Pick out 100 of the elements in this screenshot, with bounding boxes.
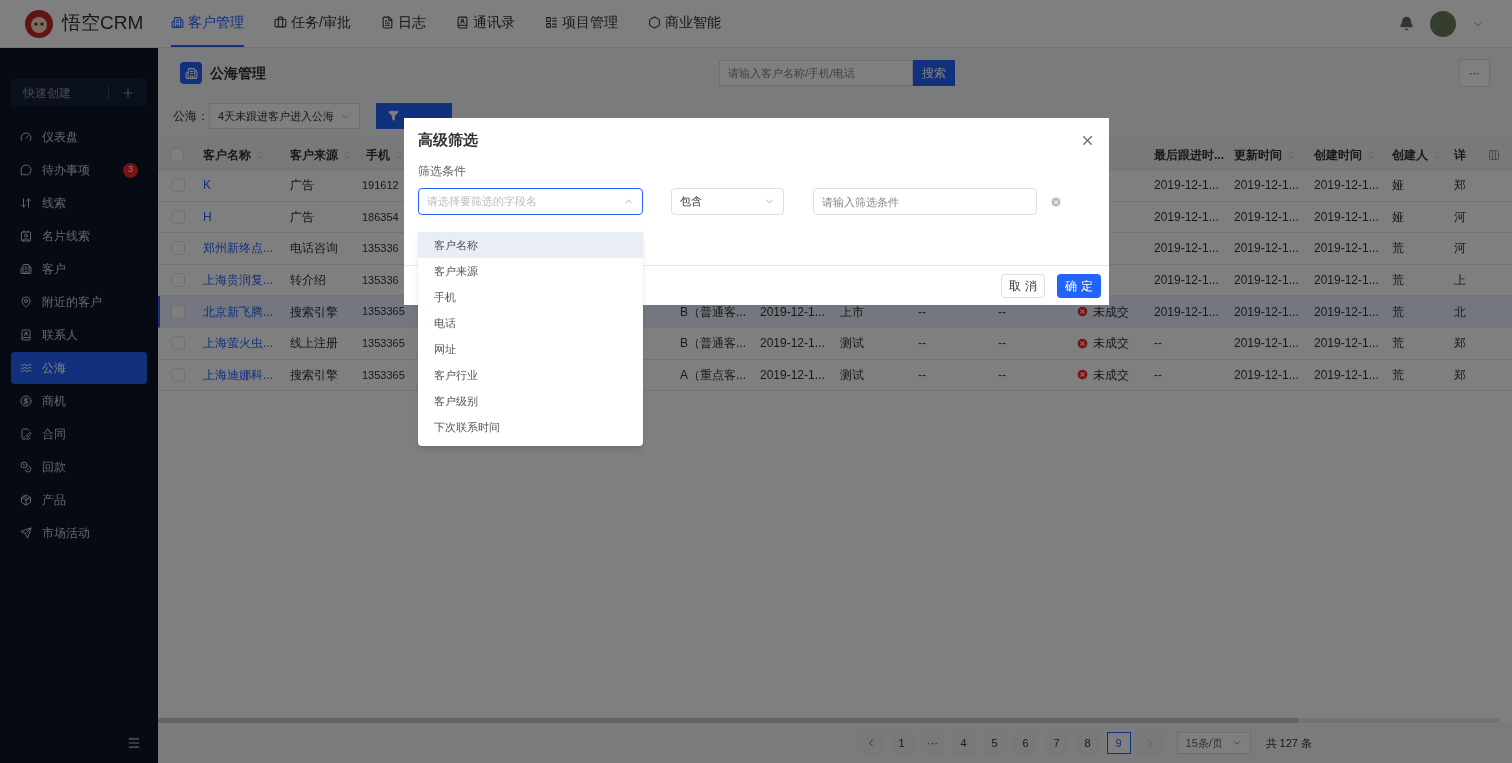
page-title: 公海管理 (210, 63, 266, 83)
condition-input[interactable]: 请输入筛选条件 (813, 188, 1037, 215)
dropdown-option[interactable]: 网址 (418, 336, 643, 362)
more-button[interactable]: ··· (1459, 59, 1490, 87)
failed-icon (1076, 368, 1089, 382)
customer-link[interactable]: H (203, 207, 212, 226)
table-cell-text: 191612 (362, 178, 399, 194)
remove-icon[interactable] (1050, 195, 1062, 208)
table-cell-text: 娅 (1392, 177, 1404, 195)
customer-link[interactable]: K (203, 176, 211, 195)
operator-select[interactable]: 包含 (671, 188, 784, 215)
sidebar-item[interactable]: 公海 (11, 352, 147, 384)
notification-icon[interactable] (1399, 16, 1414, 31)
menu-item-icon (20, 329, 32, 341)
table-cell-text: 2019-12-1... (1234, 272, 1299, 290)
table-cell-text: 2019-12-1... (1314, 335, 1379, 353)
table-cell-text: 转介绍 (290, 272, 326, 290)
avatar[interactable] (1430, 10, 1456, 37)
table-cell-text: 搜索引擎 (290, 366, 338, 384)
table-cell-text: 线上注册 (290, 335, 338, 353)
dropdown-option[interactable]: 客户来源 (418, 258, 643, 284)
dropdown-option[interactable]: 手机 (418, 284, 643, 310)
table-cell-text: 搜索引擎 (290, 303, 338, 321)
sidebar-item[interactable]: 仪表盘 (11, 121, 147, 153)
customer-link[interactable]: 上海萤火虫... (203, 334, 273, 353)
page-size-select[interactable]: 15条/页 (1176, 732, 1251, 754)
table-cell-text: 娅 (1392, 208, 1404, 226)
table-cell-text: 荒 (1392, 240, 1404, 258)
table-cell-text: 测试 (840, 335, 864, 353)
nav-icon (647, 16, 661, 29)
filter-label: 公海： (173, 108, 209, 125)
table-cell-text: 2019-12-1... (1314, 272, 1379, 290)
dropdown-option[interactable]: 电话 (418, 310, 643, 336)
nav-tab[interactable]: 商业智能 (647, 0, 721, 47)
sidebar-item[interactable]: 客户 (11, 253, 147, 285)
table-cell-text: 135336 (362, 241, 399, 257)
table-cell-text: 郑 (1454, 335, 1466, 353)
column-header[interactable]: 客户名称 (203, 146, 251, 164)
pool-select[interactable]: 4天未跟进客户进入公海 (209, 103, 360, 129)
confirm-button[interactable]: 确 定 (1057, 273, 1101, 298)
table-cell-text: 1353365 (362, 367, 405, 383)
nav-tab[interactable]: 通讯录 (455, 0, 515, 47)
customer-link[interactable]: 郑州新终点... (203, 239, 273, 258)
search-button[interactable]: 搜索 (913, 60, 955, 86)
sidebar-item[interactable]: 回款 (11, 451, 147, 483)
table-cell-text: 上市 (840, 303, 864, 321)
filter-icon (388, 110, 399, 121)
page-button[interactable]: 9 (1106, 732, 1131, 754)
menu-item-icon (20, 296, 32, 308)
sidebar-item[interactable]: 合同 (11, 418, 147, 450)
nav-tab[interactable]: 客户管理 (171, 0, 244, 47)
table-cell-text: 河 (1454, 208, 1466, 226)
table-cell-text: 2019-12-1... (1154, 208, 1219, 226)
table-cell-text: 郑 (1454, 366, 1466, 384)
count-badge: 3 (123, 162, 138, 178)
sidebar-item[interactable]: 联系人 (11, 319, 147, 351)
table-cell-text: 荒 (1392, 335, 1404, 353)
table-cell-text: 2019-12-1... (1234, 335, 1299, 353)
table-cell-text: 北 (1454, 303, 1466, 321)
sidebar-item[interactable]: 线索 (11, 187, 147, 219)
sidebar-item[interactable]: 产品 (11, 484, 147, 516)
column-settings-icon[interactable] (1488, 149, 1500, 161)
table-cell-text: 荒 (1392, 366, 1404, 384)
sidebar-item[interactable]: 待办事项 3 (11, 154, 147, 186)
nav-icon (544, 16, 558, 29)
column-header[interactable]: 手机 (366, 146, 390, 164)
menu-item-icon (20, 428, 32, 440)
menu-item-icon (20, 461, 32, 473)
sidebar-item[interactable]: 名片线索 (11, 220, 147, 252)
table-cell-text: 186354 (362, 209, 399, 225)
table-cell-text: 2019-12-1... (760, 335, 825, 353)
total-count: 共 127 条 (1265, 735, 1312, 751)
column-header[interactable]: 更新时间 (1234, 146, 1282, 164)
table-cell-text: 未成交 (1093, 303, 1129, 321)
cancel-button[interactable]: 取 消 (1001, 273, 1045, 298)
column-header[interactable]: 创建时间 (1314, 146, 1362, 164)
nav-tab[interactable]: 任务/审批 (274, 0, 351, 47)
dialog-title: 高级筛选 (418, 129, 478, 150)
nav-tab[interactable]: 日志 (380, 0, 426, 47)
sidebar-item[interactable]: 附近的客户 (11, 286, 147, 318)
table-cell-text: 电话咨询 (290, 240, 338, 258)
menu-item-icon (20, 395, 32, 407)
customer-link[interactable]: 上海迪娜科... (203, 365, 273, 384)
nav-tab[interactable]: 项目管理 (544, 0, 618, 47)
section-label: 筛选条件 (417, 163, 467, 180)
column-header[interactable]: 客户来源 (290, 146, 338, 164)
column-header[interactable]: 详 (1454, 146, 1466, 164)
column-header[interactable]: 创建人 (1392, 146, 1428, 164)
dropdown-option[interactable]: 下次联系时间 (418, 414, 643, 440)
sort-icon[interactable] (394, 150, 404, 160)
dropdown-option[interactable]: 客户级别 (418, 388, 643, 414)
sidebar-item[interactable]: 市场活动 (11, 517, 147, 549)
table-cell-text: -- (918, 335, 926, 353)
dropdown-option[interactable]: 客户名称 (418, 232, 643, 258)
dropdown-option[interactable]: 客户行业 (418, 362, 643, 388)
sidebar-item[interactable]: 商机 (11, 385, 147, 417)
menu-item-icon (20, 527, 32, 539)
customer-link[interactable]: 北京新飞腾... (203, 302, 273, 321)
column-header[interactable]: 最后跟进时... (1154, 146, 1224, 164)
customer-link[interactable]: 上海贵润复... (203, 271, 273, 290)
